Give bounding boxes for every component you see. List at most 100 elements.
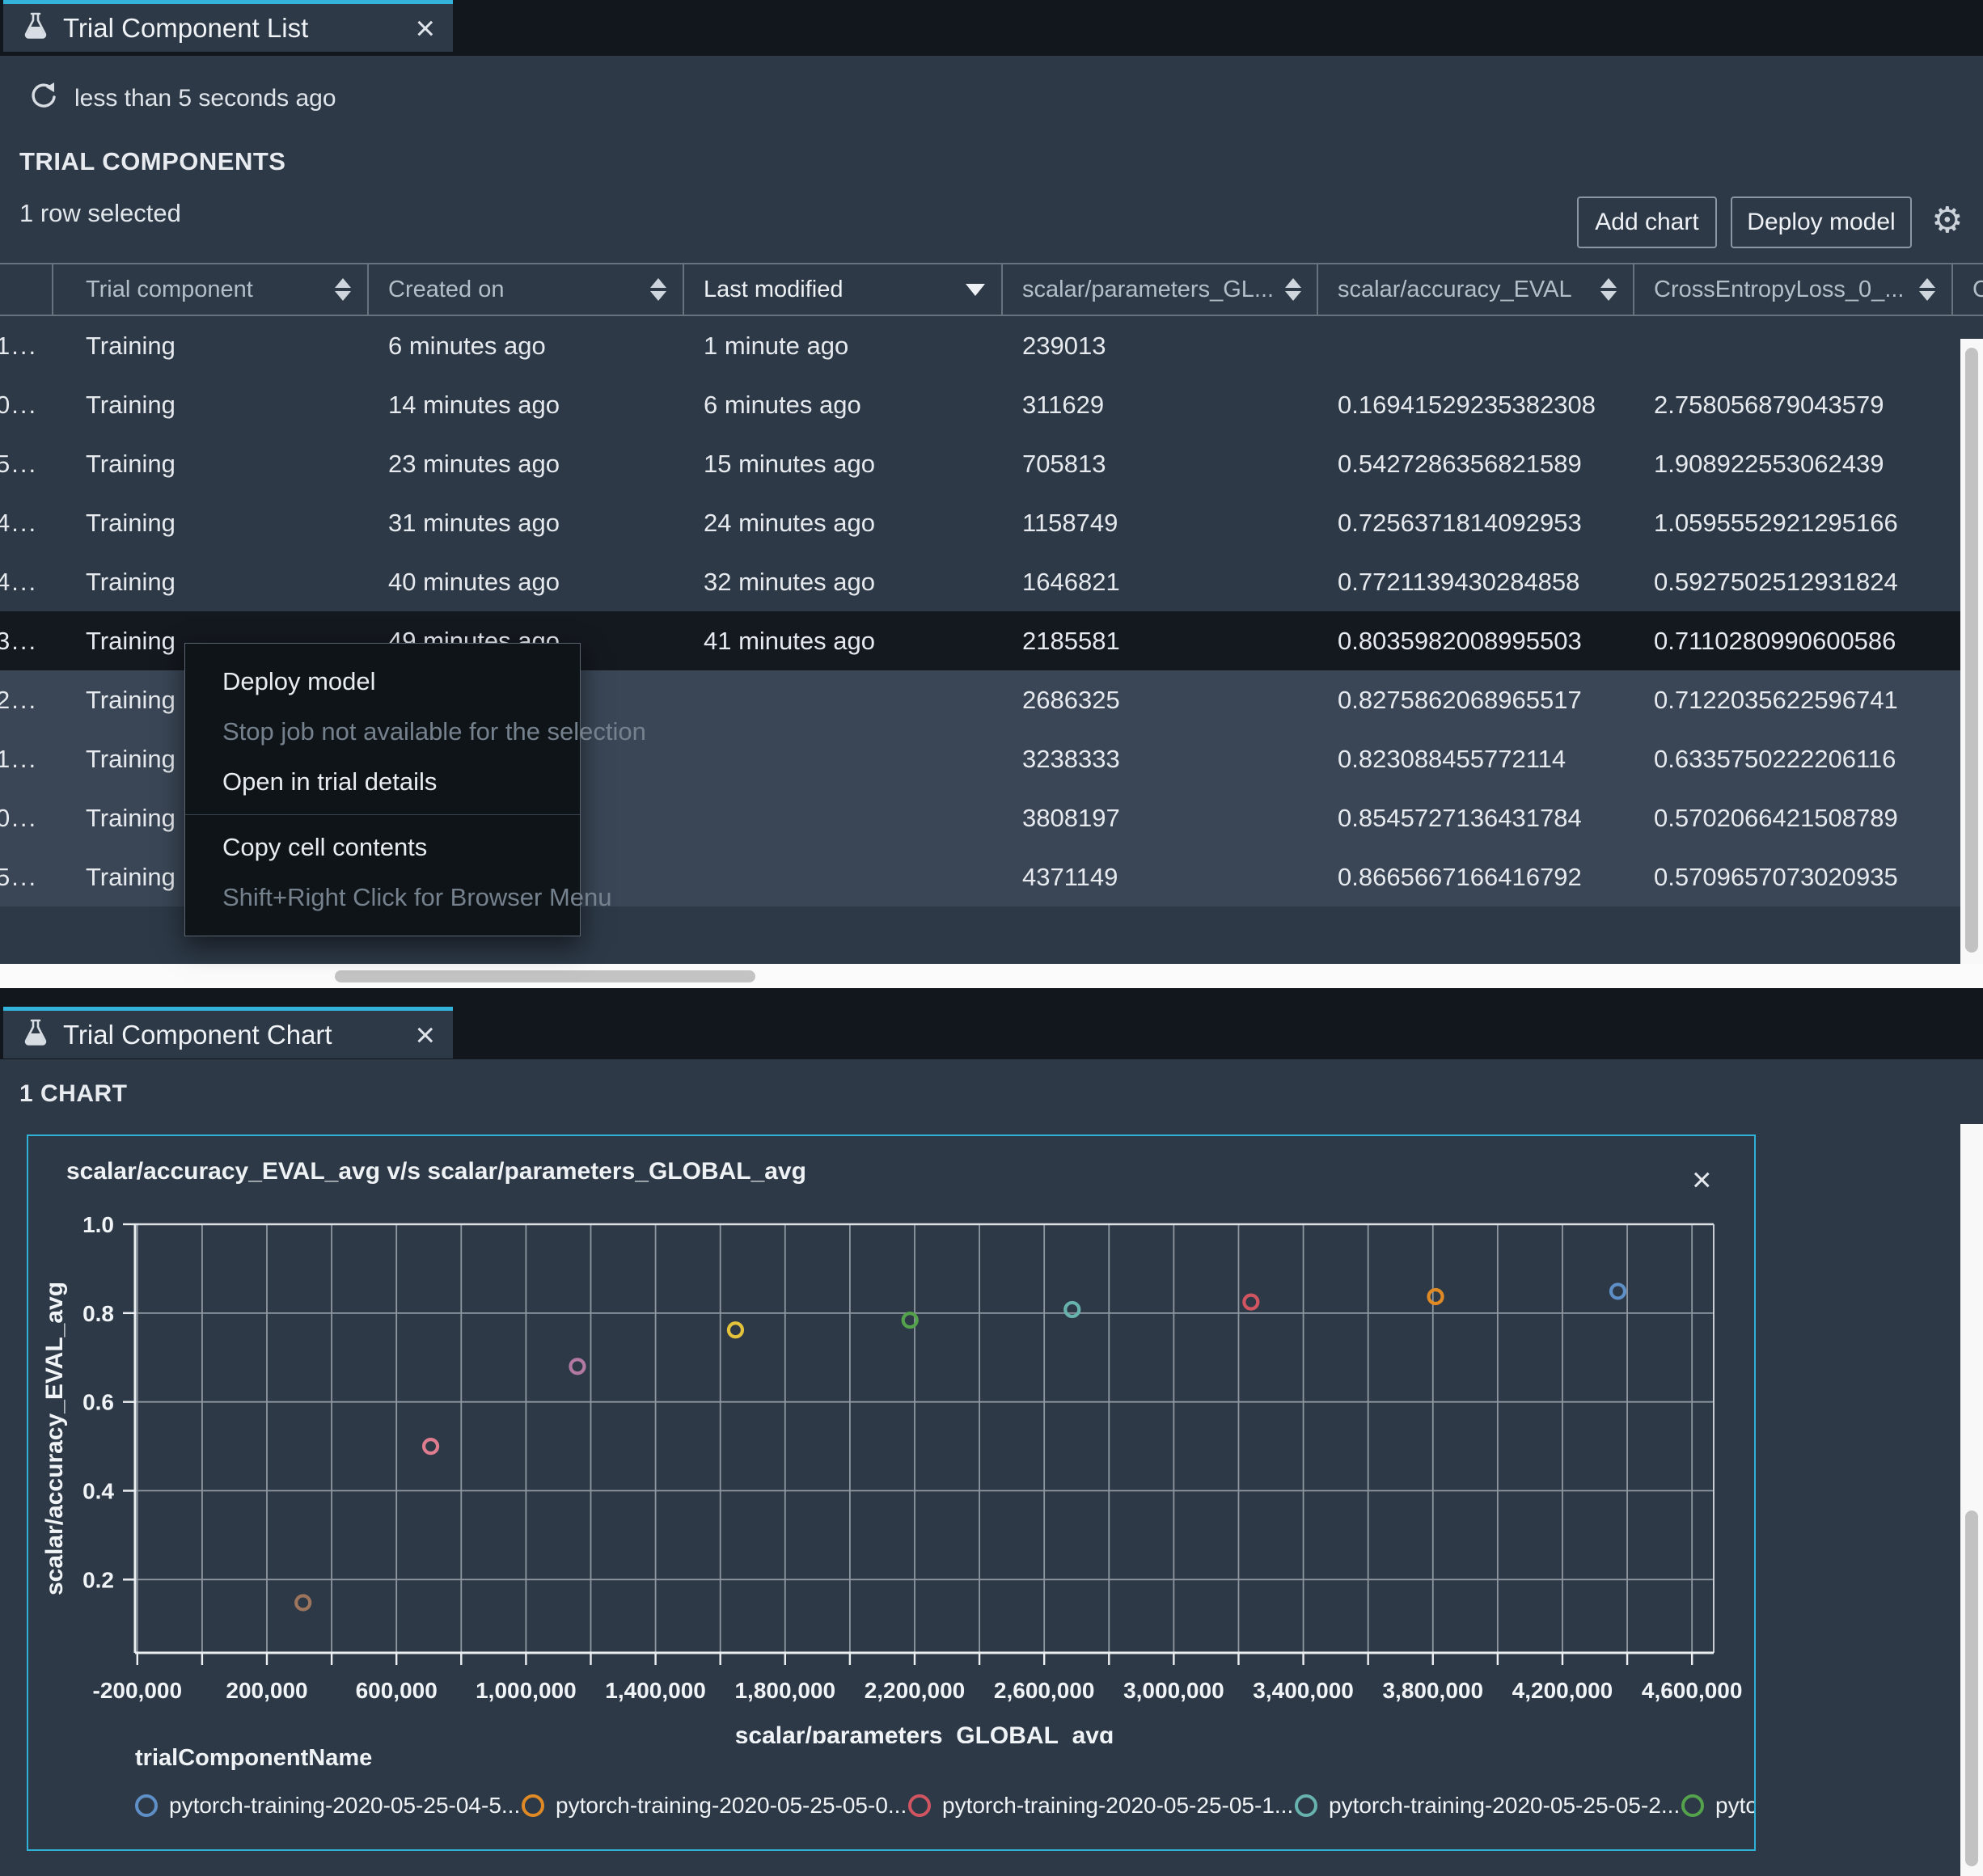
add-chart-button[interactable]: Add chart bbox=[1577, 196, 1717, 248]
column-header-trial-component[interactable]: Trial component bbox=[53, 264, 369, 315]
column-header-scalar-accuracy-eval[interactable]: scalar/accuracy_EVAL bbox=[1318, 264, 1634, 315]
table-vertical-scrollbar-thumb[interactable] bbox=[1965, 348, 1978, 953]
table-horizontal-scrollbar-thumb[interactable] bbox=[335, 970, 755, 982]
x-tick-label: 3,800,000 bbox=[1382, 1678, 1483, 1703]
table-cell bbox=[1634, 316, 1953, 375]
sort-icon[interactable] bbox=[323, 278, 351, 301]
table-cell: 15 minutes ago bbox=[704, 449, 875, 478]
column-header-created-on[interactable]: Created on bbox=[369, 264, 684, 315]
refresh-icon[interactable] bbox=[27, 79, 60, 116]
table-cell: 2686325 bbox=[1022, 685, 1120, 714]
tab-trial-component-chart[interactable]: Trial Component Chart × bbox=[3, 1007, 453, 1058]
x-tick-label: 200,000 bbox=[226, 1678, 307, 1703]
close-tab-icon[interactable]: × bbox=[415, 11, 435, 45]
scatter-point bbox=[1609, 1282, 1627, 1300]
chart-close-icon[interactable]: × bbox=[1692, 1160, 1712, 1199]
selection-status: 1 row selected bbox=[19, 199, 181, 227]
scatter-plot: -200,000 200,000 600,000 1,000,000 1,400,000… bbox=[41, 1212, 1742, 1743]
table-cell: 0.8545727136431784 bbox=[1338, 803, 1582, 832]
tab-trial-component-list[interactable]: Trial Component List × bbox=[3, 0, 453, 52]
column-label: Trial component bbox=[86, 276, 253, 302]
table-row[interactable]: 4... Training 31 minutes ago 24 minutes ago… bbox=[0, 493, 1983, 552]
table-cell: 705813 bbox=[1022, 449, 1106, 478]
section-title-1-chart: 1 CHART bbox=[19, 1080, 128, 1107]
table-cell: 1646821 bbox=[1022, 567, 1120, 596]
x-tick-label: 1,400,000 bbox=[605, 1678, 706, 1703]
table-cell: 1 minute ago bbox=[704, 331, 849, 360]
menu-item-shift-right-click-for-browser-menu: Shift+Right Click for Browser Menu bbox=[222, 883, 612, 911]
table-cell bbox=[684, 788, 1003, 847]
table-cell: 311629 bbox=[1022, 390, 1105, 419]
table-cell: 40 minutes ago bbox=[388, 567, 560, 596]
legend-ring-icon bbox=[1295, 1794, 1317, 1817]
table-cell: 0.8035982008995503 bbox=[1338, 626, 1582, 655]
column-header-last-modified[interactable]: Last modified bbox=[684, 264, 1003, 315]
table-cell: 6 minutes ago bbox=[388, 331, 546, 360]
table-row[interactable]: 1... Training 6 minutes ago 1 minute ago 239… bbox=[0, 316, 1983, 375]
table-row[interactable]: 0... Training 14 minutes ago 6 minutes ago 3… bbox=[0, 375, 1983, 434]
table-cell: 32 minutes ago bbox=[704, 567, 875, 596]
table-cell: 0... bbox=[0, 390, 38, 419]
sort-icon[interactable] bbox=[1908, 278, 1935, 301]
scatter-point bbox=[421, 1438, 440, 1456]
table-cell: 0.6335750222206116 bbox=[1654, 744, 1896, 773]
table-cell: 2... bbox=[0, 685, 38, 714]
y-tick-label: 0.2 bbox=[82, 1567, 114, 1592]
refresh-status: less than 5 seconds ago bbox=[74, 85, 336, 112]
experiment-flask-icon bbox=[21, 1018, 50, 1051]
table-vertical-scrollbar[interactable] bbox=[1960, 339, 1983, 964]
table-cell: 3238333 bbox=[1022, 744, 1120, 773]
menu-separator bbox=[185, 814, 580, 815]
tab-title: Trial Component List bbox=[63, 12, 309, 43]
section-title-trial-components: TRIAL COMPONENTS bbox=[19, 147, 286, 175]
y-tick-label: 0.6 bbox=[82, 1390, 114, 1415]
table-cell: 0.16941529235382308 bbox=[1338, 390, 1596, 419]
sort-icon[interactable] bbox=[1274, 278, 1302, 301]
column-header-scalar-parameters-gl[interactable]: scalar/parameters_GL... bbox=[1003, 264, 1318, 315]
legend-item: pytorch-training-2020-05-25-04-5... bbox=[135, 1793, 522, 1819]
table-cell: 0.7110280990600586 bbox=[1654, 626, 1896, 655]
table-cell: Training bbox=[86, 331, 175, 360]
table-cell: 1.0595552921295166 bbox=[1654, 508, 1898, 537]
table-cell: 2.758056879043579 bbox=[1654, 390, 1884, 419]
column-header-crossentropyloss-0[interactable]: CrossEntropyLoss_0_... bbox=[1634, 264, 1953, 315]
menu-item-deploy-model[interactable]: Deploy model bbox=[185, 657, 580, 707]
legend-ring-icon bbox=[135, 1794, 158, 1817]
table-cell: 0.5927502512931824 bbox=[1654, 567, 1898, 596]
scatter-point bbox=[294, 1594, 312, 1612]
table-cell bbox=[684, 670, 1003, 729]
legend-label: pytorch-training-2020-05-25-05-0... bbox=[556, 1793, 907, 1818]
legend-label: pytorch-training-2020-05-25-05-2... bbox=[1329, 1793, 1681, 1818]
table-horizontal-scrollbar[interactable] bbox=[0, 964, 1983, 988]
sort-icon[interactable] bbox=[639, 278, 666, 301]
context-menu: Deploy model Stop job not available for t… bbox=[184, 643, 646, 936]
table-cell: 0.7721139430284858 bbox=[1338, 567, 1580, 596]
sort-icon[interactable] bbox=[1589, 278, 1617, 301]
close-tab-icon[interactable]: × bbox=[415, 1017, 435, 1052]
menu-item-copy-cell-contents[interactable]: Copy cell contents bbox=[185, 822, 580, 873]
deploy-model-button[interactable]: Deploy model bbox=[1731, 196, 1912, 248]
x-tick-label: 2,200,000 bbox=[865, 1678, 966, 1703]
table-cell: 0.5427286356821589 bbox=[1338, 449, 1582, 478]
x-axis-title: scalar/parameters_GLOBAL_avg bbox=[735, 1722, 1114, 1743]
table-cell: 6 minutes ago bbox=[704, 390, 861, 419]
x-tick-label: 3,400,000 bbox=[1253, 1678, 1354, 1703]
column-label: C bbox=[1972, 276, 1983, 302]
table-cell: 5... bbox=[0, 862, 38, 891]
x-tick-label: 4,200,000 bbox=[1512, 1678, 1613, 1703]
gear-icon[interactable]: ⚙ bbox=[1931, 200, 1963, 241]
chart-panel-vertical-scrollbar-thumb[interactable] bbox=[1965, 1511, 1978, 1866]
table-row[interactable]: 4... Training 40 minutes ago 32 minutes ago… bbox=[0, 552, 1983, 611]
table-row[interactable]: 5... Training 23 minutes ago 15 minutes ago… bbox=[0, 434, 1983, 493]
table-cell: 14 minutes ago bbox=[388, 390, 560, 419]
table-header-row: Trial component Created on Last modified sc… bbox=[0, 263, 1983, 316]
experiment-flask-icon bbox=[21, 11, 50, 44]
table-cell: 4... bbox=[0, 508, 38, 537]
table-cell: 0.823088455772114 bbox=[1338, 744, 1567, 773]
table-cell: 0.5702066421508789 bbox=[1654, 803, 1898, 832]
menu-item-open-in-trial-details[interactable]: Open in trial details bbox=[185, 757, 580, 807]
chart-panel-vertical-scrollbar[interactable] bbox=[1960, 1124, 1983, 1876]
y-axis-title: scalar/accuracy_EVAL_avg bbox=[41, 1282, 68, 1595]
sort-desc-icon[interactable] bbox=[954, 283, 985, 296]
x-tick-label: 3,000,000 bbox=[1123, 1678, 1224, 1703]
